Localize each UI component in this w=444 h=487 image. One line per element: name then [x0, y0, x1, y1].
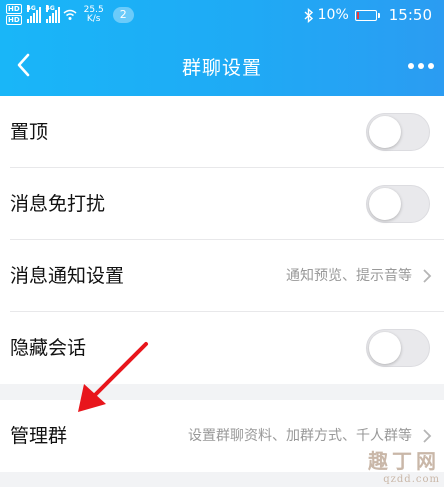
sim-tags: HD HD — [6, 4, 22, 25]
speed-unit: K/s — [86, 13, 101, 24]
sim2-hd-tag: HD — [6, 15, 22, 25]
chevron-right-icon — [423, 269, 432, 283]
network-speed: 25.5 K/s — [84, 5, 104, 24]
header: HD HD 4G 4G 25.5 K/s 2 10% 15:50 群聊设置 — [0, 0, 444, 96]
setting-row-pin: 置顶 — [0, 96, 444, 168]
battery-level — [356, 11, 359, 19]
more-dots-icon[interactable] — [404, 52, 438, 80]
setting-row-mute: 消息免打扰 — [0, 168, 444, 240]
battery-percent: 10% — [317, 7, 349, 23]
watermark-url: qzdd.com — [383, 474, 440, 485]
status-time: 15:50 — [388, 6, 432, 24]
setting-row-hide: 隐藏会话 — [0, 312, 444, 384]
setting-detail-notify: 通知预览、提示音等 — [286, 268, 412, 284]
toggle-knob — [369, 188, 401, 220]
mute-toggle[interactable] — [366, 185, 430, 223]
status-right: 10% 15:50 — [304, 6, 432, 24]
wifi-icon — [63, 9, 77, 20]
network-type-1: 4G — [26, 4, 36, 12]
watermark-text: 趣丁网 — [368, 449, 440, 473]
toggle-knob — [369, 116, 401, 148]
setting-label-notify: 消息通知设置 — [10, 265, 125, 287]
setting-label-pin: 置顶 — [10, 121, 49, 143]
status-left: HD HD 4G 4G 25.5 K/s 2 — [6, 4, 134, 25]
signal-icon-1: 4G — [26, 4, 41, 23]
bluetooth-icon — [304, 7, 313, 23]
setting-label-hide: 隐藏会话 — [10, 337, 87, 359]
signal-icon-2: 4G — [45, 4, 60, 23]
setting-label-manage: 管理群 — [10, 425, 68, 447]
watermark: 趣丁网 qzdd.com — [368, 445, 440, 485]
network-type-2: 4G — [45, 4, 55, 12]
chevron-right-icon — [423, 429, 432, 443]
sim1-hd-tag: HD — [6, 4, 22, 14]
pin-toggle[interactable] — [366, 113, 430, 151]
setting-label-mute: 消息免打扰 — [10, 193, 106, 215]
toggle-knob — [369, 332, 401, 364]
notification-badge: 2 — [112, 6, 134, 23]
nav-bar: 群聊设置 — [0, 40, 444, 96]
battery-icon — [354, 9, 380, 21]
hide-toggle[interactable] — [366, 329, 430, 367]
status-bar: HD HD 4G 4G 25.5 K/s 2 10% 15:50 — [0, 0, 444, 32]
setting-row-notify[interactable]: 消息通知设置 通知预览、提示音等 — [0, 240, 444, 312]
page-title: 群聊设置 — [181, 57, 262, 79]
